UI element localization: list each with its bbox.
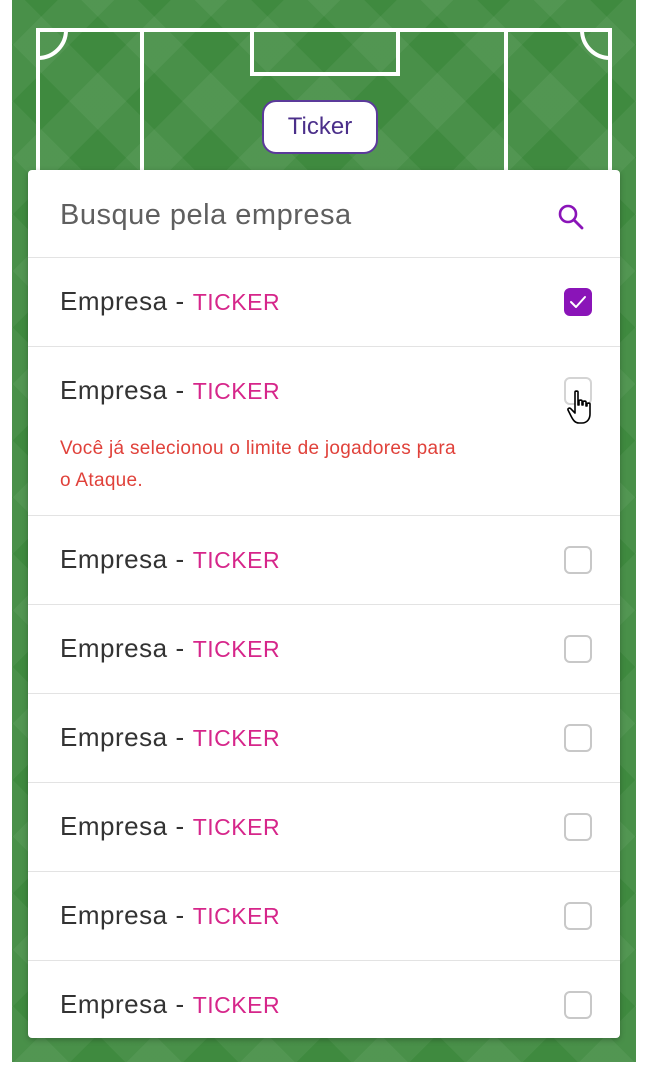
select-checkbox[interactable] — [564, 902, 592, 930]
select-checkbox[interactable] — [564, 546, 592, 574]
company-list-item[interactable]: Empresa - TICKER Você já selecionou o limit… — [28, 347, 620, 516]
company-ticker: TICKER — [192, 992, 281, 1018]
select-checkbox[interactable] — [564, 288, 592, 316]
company-label: Empresa - TICKER — [60, 900, 280, 931]
company-ticker: TICKER — [192, 378, 281, 404]
search-icon — [558, 204, 584, 230]
company-separator: - — [175, 544, 185, 574]
search-button[interactable] — [556, 202, 586, 232]
company-list: Empresa - TICKER Empresa - TICKER Você já sele… — [28, 258, 620, 1038]
select-checkbox[interactable] — [564, 813, 592, 841]
company-name: Empresa — [60, 286, 168, 316]
company-separator: - — [175, 722, 185, 752]
company-row-main: Empresa - TICKER — [28, 872, 620, 960]
company-label: Empresa - TICKER — [60, 544, 280, 575]
search-bar — [28, 170, 620, 258]
company-row-main: Empresa - TICKER — [28, 605, 620, 693]
company-label: Empresa - TICKER — [60, 286, 280, 317]
company-name: Empresa — [60, 811, 168, 841]
company-row-main: Empresa - TICKER — [28, 783, 620, 871]
company-separator: - — [175, 811, 185, 841]
company-ticker: TICKER — [192, 547, 281, 573]
company-list-item[interactable]: Empresa - TICKER — [28, 694, 620, 783]
company-separator: - — [175, 286, 185, 316]
company-list-item[interactable]: Empresa - TICKER — [28, 258, 620, 347]
company-ticker: TICKER — [192, 814, 281, 840]
company-ticker: TICKER — [192, 636, 281, 662]
company-name: Empresa — [60, 375, 168, 405]
company-name: Empresa — [60, 544, 168, 574]
corner-arc-right — [580, 29, 611, 60]
company-ticker: TICKER — [192, 725, 281, 751]
select-checkbox[interactable] — [564, 991, 592, 1019]
company-separator: - — [175, 900, 185, 930]
search-input[interactable] — [60, 190, 540, 240]
company-row-main: Empresa - TICKER — [28, 516, 620, 604]
select-checkbox[interactable] — [564, 724, 592, 752]
company-separator: - — [175, 989, 185, 1019]
limit-error-message: Você já selecionou o limite de jogadores… — [60, 438, 456, 491]
goal-area — [250, 28, 400, 76]
company-label: Empresa - TICKER — [60, 811, 280, 842]
company-list-item[interactable]: Empresa - TICKER — [28, 872, 620, 961]
company-row-main: Empresa - TICKER — [28, 961, 620, 1038]
company-list-item[interactable]: Empresa - TICKER — [28, 783, 620, 872]
company-name: Empresa — [60, 989, 168, 1019]
company-label: Empresa - TICKER — [60, 722, 280, 753]
company-row-main: Empresa - TICKER — [28, 258, 620, 346]
company-row-main: Empresa - TICKER — [28, 347, 620, 435]
company-label: Empresa - TICKER — [60, 633, 280, 664]
company-ticker: TICKER — [192, 289, 281, 315]
company-list-item[interactable]: Empresa - TICKER — [28, 605, 620, 694]
ticker-chip[interactable]: Ticker — [262, 100, 378, 154]
company-search-panel: Empresa-TICKEREmpresa-TICKERVocê já sele… — [28, 170, 620, 1038]
check-icon — [570, 296, 586, 308]
company-name: Empresa — [60, 633, 168, 663]
company-row-main: Empresa - TICKER — [28, 694, 620, 782]
company-name: Empresa — [60, 900, 168, 930]
company-separator: - — [175, 633, 185, 663]
company-list-item[interactable]: Empresa - TICKER — [28, 516, 620, 605]
select-checkbox[interactable] — [564, 635, 592, 663]
company-label: Empresa - TICKER — [60, 989, 280, 1020]
company-list-item[interactable]: Empresa - TICKER — [28, 961, 620, 1038]
company-name: Empresa — [60, 722, 168, 752]
company-separator: - — [175, 375, 185, 405]
company-ticker: TICKER — [192, 903, 281, 929]
corner-arc-left — [37, 29, 68, 60]
select-checkbox[interactable] — [564, 377, 592, 405]
company-label: Empresa - TICKER — [60, 375, 280, 406]
